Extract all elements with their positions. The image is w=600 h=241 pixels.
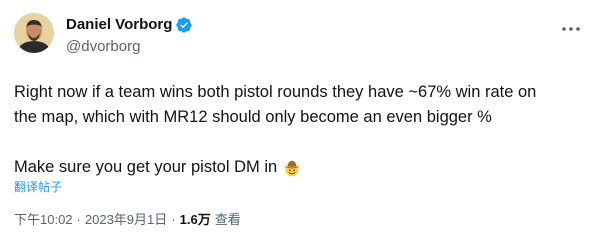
- author-name-row[interactable]: Daniel Vorborg: [66, 16, 193, 34]
- tweet-date[interactable]: 2023年9月1日: [85, 212, 167, 228]
- tweet-meta: 下午10:02 · 2023年9月1日 · 1.6万 查看: [14, 212, 241, 228]
- translate-post-link[interactable]: 翻译帖子: [14, 180, 62, 194]
- avatar[interactable]: [14, 13, 54, 53]
- tweet-time[interactable]: 下午10:02: [14, 212, 73, 228]
- tweet-card: Daniel Vorborg @dvorborg Right now if a …: [0, 0, 600, 241]
- tweet-text-line-3-text: Make sure you get your pistol DM in: [14, 158, 278, 176]
- meta-separator: ·: [76, 212, 81, 227]
- tweet-text-line-2: the map, which with MR12 should only bec…: [14, 108, 492, 126]
- views-label: 查看: [214, 212, 241, 227]
- tweet-text-line-3: Make sure you get your pistol DM in: [14, 155, 302, 180]
- avatar-image: [14, 13, 54, 53]
- meta-separator: ·: [171, 212, 176, 227]
- views-count: 1.6万: [179, 212, 211, 227]
- cowboy-hat-face-icon: [284, 160, 300, 176]
- verified-badge-icon: [176, 17, 193, 33]
- author-handle[interactable]: @dvorborg: [66, 38, 140, 56]
- display-name[interactable]: Daniel Vorborg: [66, 16, 172, 34]
- more-options-icon[interactable]: [561, 22, 581, 36]
- tweet-text-line-1: Right now if a team wins both pistol rou…: [14, 83, 537, 101]
